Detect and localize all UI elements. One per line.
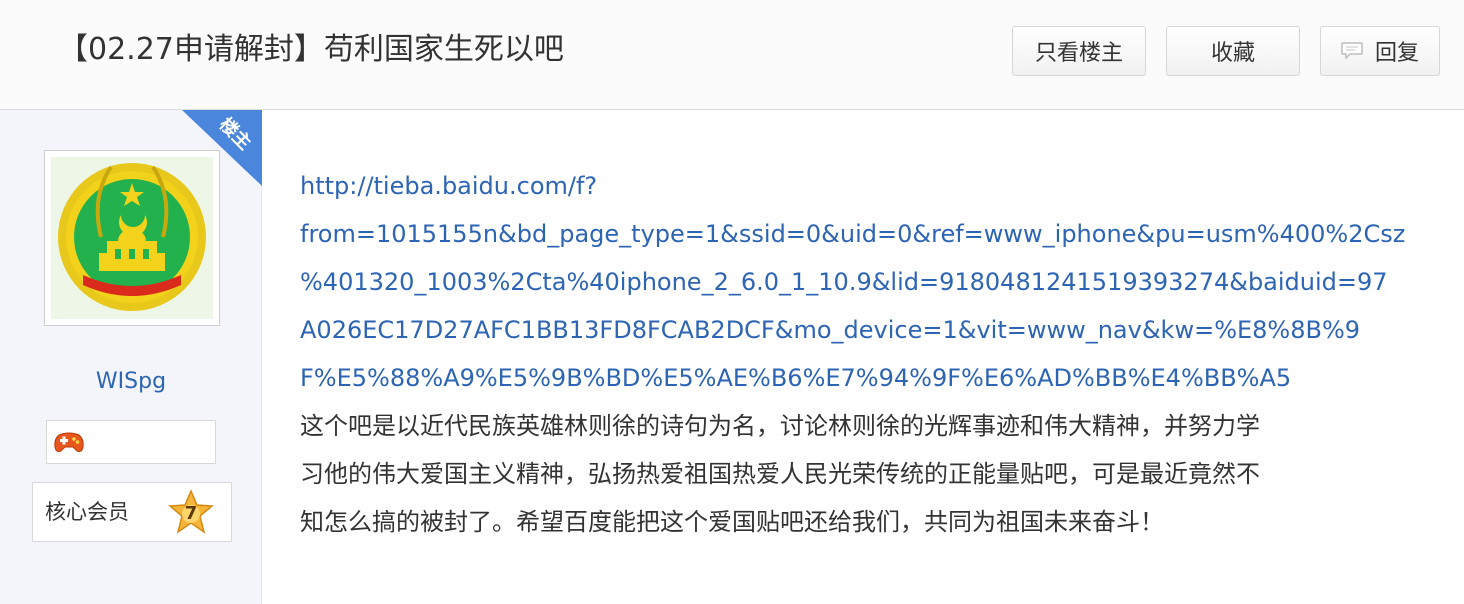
thread-header: 【02.27申请解封】苟利国家生死以吧 只看楼主 收藏 回复 [0, 0, 1464, 110]
link-line: A026EC17D27AFC1BB13FD8FCAB2DCF&mo_device… [300, 316, 1361, 344]
favorite-button[interactable]: 收藏 [1166, 26, 1300, 76]
author-username[interactable]: WISpg [0, 366, 262, 398]
member-label: 核心会员 [45, 500, 129, 524]
user-icon-box [46, 420, 216, 464]
emblem-avatar-icon [51, 157, 213, 319]
speech-bubble-icon [1341, 42, 1363, 60]
favorite-label: 收藏 [1210, 41, 1255, 66]
link-line: from=1015155n&bd_page_type=1&ssid=0&uid=… [300, 220, 1406, 248]
body-line: 习他的伟大爱国主义精神，弘扬热爱祖国热爱人民光荣传统的正能量贴吧，可是最近竟然不 [300, 460, 1260, 488]
reply-button[interactable]: 回复 [1320, 26, 1440, 76]
only-op-button[interactable]: 只看楼主 [1012, 26, 1146, 76]
post-content: http://tieba.baidu.com/f? from=1015155n&… [300, 162, 1450, 546]
only-op-label: 只看楼主 [1034, 41, 1123, 66]
link-line: http://tieba.baidu.com/f? [300, 172, 598, 200]
post-link[interactable]: http://tieba.baidu.com/f? from=1015155n&… [300, 162, 1450, 402]
body-line: 知怎么搞的被封了。希望百度能把这个爱国贴吧还给我们，共同为祖国未来奋斗！ [300, 508, 1164, 536]
reply-label: 回复 [1374, 41, 1419, 66]
member-level-box[interactable]: 核心会员 7 [32, 482, 232, 542]
avatar[interactable] [44, 150, 220, 326]
page-title: 【02.27申请解封】苟利国家生死以吧 [58, 32, 564, 67]
gamepad-icon[interactable] [53, 429, 85, 455]
post-body: 这个吧是以近代民族英雄林则徐的诗句为名，讨论林则徐的光辉事迹和伟大精神，并努力学… [300, 402, 1450, 546]
link-line: F%E5%88%A9%E5%9B%BD%E5%AE%B6%E7%94%9F%E6… [300, 364, 1292, 392]
body-line: 这个吧是以近代民族英雄林则徐的诗句为名，讨论林则徐的光辉事迹和伟大精神，并努力学 [300, 412, 1260, 440]
link-line: %401320_1003%2Cta%40iphone_2_6.0_1_10.9&… [300, 268, 1388, 296]
member-level-number: 7 [184, 502, 198, 524]
